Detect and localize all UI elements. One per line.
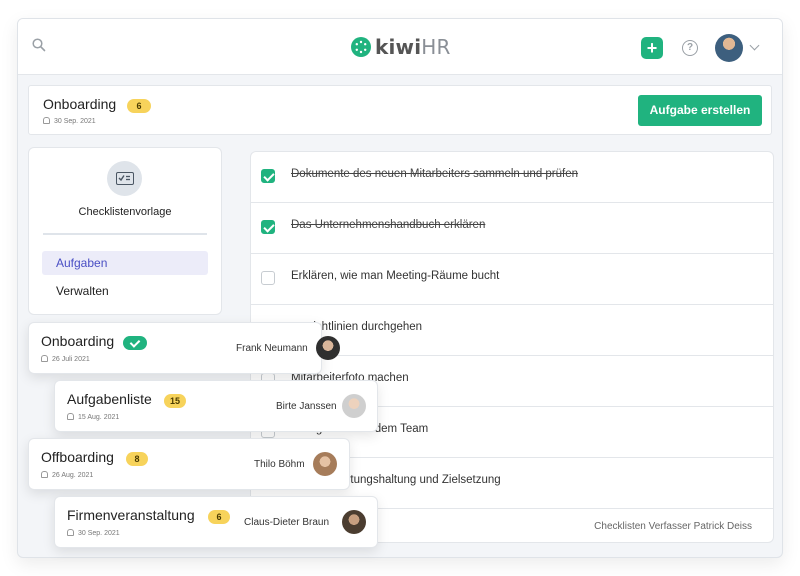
logo-accent: HR — [421, 35, 451, 59]
search-icon[interactable] — [32, 38, 46, 52]
avatar — [316, 336, 340, 360]
card-owner: Frank Neumann — [236, 343, 308, 354]
task-count-badge: 6 — [208, 510, 230, 524]
task-count-badge: 6 — [127, 99, 151, 113]
task-row[interactable]: Das Unternehmenshandbuch erklären — [251, 203, 773, 254]
card-date: 15 Aug. 2021 — [67, 413, 119, 421]
top-bar: kiwiHR + ? — [18, 19, 782, 75]
task-row[interactable]: Dokumente des neuen Mitarbeiters sammeln… — [251, 152, 773, 203]
checklist-template-icon — [107, 161, 142, 196]
due-date-text: 30 Sep. 2021 — [54, 118, 96, 125]
task-checkbox[interactable] — [261, 220, 275, 234]
task-text: Erklären, wie man Meeting-Räume bucht — [291, 270, 500, 282]
task-checkbox[interactable] — [261, 169, 275, 183]
logo-main: kiwi — [375, 35, 422, 59]
checklist-card[interactable]: Onboarding 26 Juli 2021 Frank Neumann — [28, 322, 340, 374]
card-date-text: 26 Aug. 2021 — [52, 472, 94, 479]
avatar — [342, 510, 366, 534]
logo: kiwiHR — [351, 35, 451, 59]
card-owner: Claus-Dieter Braun — [244, 517, 330, 528]
bell-icon — [67, 529, 74, 536]
card-owner: Thilo Böhm — [254, 459, 305, 470]
card-title: Offboarding — [41, 449, 114, 465]
logo-text: kiwiHR — [375, 35, 451, 59]
card-owner: Birte Janssen — [276, 401, 337, 412]
sidebar-divider — [43, 233, 207, 235]
task-count-badge: 15 — [164, 394, 186, 408]
checklist-card[interactable]: Offboarding 8 26 Aug. 2021 Thilo Böhm — [28, 438, 350, 490]
kiwi-logo-icon — [351, 37, 371, 57]
sidebar-item-verwalten[interactable]: Verwalten — [42, 279, 208, 303]
help-icon[interactable]: ? — [682, 40, 698, 56]
card-date-text: 30 Sep. 2021 — [78, 530, 120, 537]
card-title: Onboarding — [41, 333, 115, 349]
page-title: Onboarding — [43, 96, 117, 112]
task-text: Dokumente des neuen Mitarbeiters sammeln… — [291, 168, 579, 180]
avatar — [342, 394, 366, 418]
avatar — [313, 452, 337, 476]
bell-icon — [41, 471, 48, 478]
bell-icon — [41, 355, 48, 362]
template-label: Checklistenvorlage — [78, 206, 172, 218]
due-date: 30 Sep. 2021 — [43, 117, 96, 125]
task-count-badge: 8 — [126, 452, 148, 466]
user-avatar[interactable] — [715, 34, 743, 62]
bell-icon — [43, 117, 50, 124]
card-title: Firmenveranstaltung — [67, 507, 195, 523]
card-date-text: 15 Aug. 2021 — [78, 414, 120, 421]
sidebar-item-aufgaben[interactable]: Aufgaben — [42, 251, 208, 275]
task-checkbox[interactable] — [261, 271, 275, 285]
card-date: 26 Juli 2021 — [41, 355, 90, 363]
checklist-card[interactable]: Firmenveranstaltung 6 30 Sep. 2021 Claus… — [54, 496, 378, 548]
checklist-author: Checklisten Verfasser Patrick Deiss — [594, 521, 752, 532]
card-date: 30 Sep. 2021 — [67, 529, 120, 537]
card-date: 26 Aug. 2021 — [41, 471, 93, 479]
checklist-card[interactable]: Aufgabenliste 15 15 Aug. 2021 Birte Jans… — [54, 380, 378, 432]
create-task-button[interactable]: Aufgabe erstellen — [638, 95, 762, 126]
chevron-down-icon[interactable] — [749, 40, 760, 51]
bell-icon — [67, 413, 74, 420]
sidebar: Checklistenvorlage Aufgaben Verwalten — [28, 147, 222, 315]
task-text: Das Unternehmenshandbuch erklären — [291, 219, 486, 231]
checklist-header: Onboarding 6 30 Sep. 2021 Aufgabe erstel… — [28, 85, 772, 135]
card-date-text: 26 Juli 2021 — [52, 356, 90, 363]
complete-check-icon — [123, 336, 147, 350]
task-row[interactable]: Erklären, wie man Meeting-Räume bucht — [251, 254, 773, 305]
add-button[interactable]: + — [641, 37, 663, 59]
card-title: Aufgabenliste — [67, 391, 152, 407]
